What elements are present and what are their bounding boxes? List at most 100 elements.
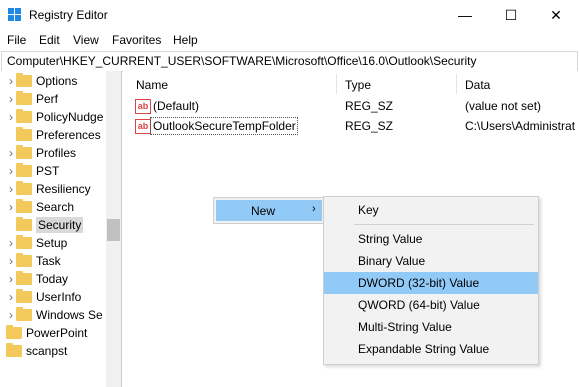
menu-view[interactable]: View: [73, 33, 99, 47]
submenu-item-qword-value[interactable]: QWORD (64-bit) Value: [324, 294, 538, 316]
tree-item-preferences[interactable]: Preferences: [6, 126, 101, 144]
tree-item-resiliency[interactable]: › Resiliency: [6, 180, 91, 198]
chevron-right-icon[interactable]: ›: [6, 72, 16, 90]
column-header-name[interactable]: Name: [136, 71, 168, 98]
chevron-right-icon[interactable]: ›: [6, 180, 16, 198]
tree-item-powerpoint[interactable]: PowerPoint: [0, 324, 87, 342]
minimize-button[interactable]: —: [442, 0, 488, 30]
chevron-right-icon[interactable]: ›: [6, 144, 16, 162]
value-name: OutlookSecureTempFolder: [153, 119, 296, 133]
registry-editor-icon: [8, 8, 22, 22]
folder-icon: [16, 271, 32, 285]
folder-icon: [16, 253, 32, 267]
tree-item-label: Security: [36, 217, 84, 233]
address-bar[interactable]: Computer\HKEY_CURRENT_USER\SOFTWARE\Micr…: [1, 51, 578, 72]
value-row-outlooksecuretempfolder[interactable]: ab OutlookSecureTempFolder REG_SZ C:\Use…: [123, 117, 579, 135]
column-header-data[interactable]: Data: [465, 71, 490, 98]
chevron-right-icon[interactable]: ›: [6, 234, 16, 252]
column-divider[interactable]: [456, 74, 457, 94]
tree-item-label: scanpst: [26, 344, 68, 358]
submenu-item-expandable-string-value[interactable]: Expandable String Value: [324, 338, 538, 360]
folder-icon: [16, 91, 32, 105]
tree-item-label: Perf: [36, 92, 59, 106]
tree-item-userinfo[interactable]: › UserInfo: [6, 288, 81, 306]
menu-bar: File Edit View Favorites Help: [0, 31, 579, 50]
folder-icon: [16, 145, 32, 159]
tree-item-policynudge[interactable]: › PolicyNudge: [6, 108, 103, 126]
folder-icon: [16, 109, 32, 123]
tree-item-task[interactable]: › Task: [6, 252, 61, 270]
tree-item-label: Setup: [36, 236, 68, 250]
chevron-right-icon[interactable]: ›: [6, 270, 16, 288]
new-submenu: Key String Value Binary Value DWORD (32-…: [323, 196, 539, 365]
tree-item-label: Windows Se: [36, 308, 103, 322]
value-type: REG_SZ: [345, 119, 394, 133]
folder-icon: [6, 343, 22, 357]
maximize-button[interactable]: ☐: [488, 0, 534, 30]
submenu-item-string-value[interactable]: String Value: [324, 228, 538, 250]
tree-item-setup[interactable]: › Setup: [6, 234, 67, 252]
tree-item-pst[interactable]: › PST: [6, 162, 59, 180]
tree-item-windows-se[interactable]: › Windows Se: [6, 306, 103, 324]
column-divider[interactable]: [336, 74, 337, 94]
folder-icon: [16, 181, 32, 195]
close-button[interactable]: ✕: [533, 0, 579, 30]
chevron-right-icon[interactable]: ›: [6, 288, 16, 306]
submenu-item-key[interactable]: Key: [324, 199, 538, 221]
context-menu-new-label: New: [251, 204, 276, 218]
value-type: REG_SZ: [345, 99, 394, 113]
chevron-right-icon[interactable]: ›: [6, 252, 16, 270]
folder-icon: [16, 307, 32, 321]
folder-icon: [6, 325, 22, 339]
tree-item-label: Resiliency: [36, 182, 91, 196]
tree-scrollbar-thumb[interactable]: [107, 219, 120, 241]
menu-file[interactable]: File: [7, 33, 26, 47]
tree-item-scanpst[interactable]: scanpst: [0, 342, 67, 360]
tree-scrollbar[interactable]: [106, 71, 121, 387]
value-name: (Default): [153, 99, 200, 113]
minimize-icon: —: [458, 7, 472, 23]
value-data: (value not set): [465, 99, 542, 113]
tree-item-label: PST: [36, 164, 60, 178]
tree-item-label: Preferences: [36, 128, 101, 142]
tree-item-perf[interactable]: › Perf: [6, 90, 58, 108]
tree-item-search[interactable]: › Search: [6, 198, 74, 216]
folder-icon: [16, 127, 32, 141]
tree-item-label: PowerPoint: [26, 326, 88, 340]
folder-icon: [16, 199, 32, 213]
folder-icon: [16, 289, 32, 303]
window-title: Registry Editor: [29, 8, 108, 22]
chevron-right-icon[interactable]: ›: [6, 108, 16, 126]
tree-item-label: Search: [36, 200, 75, 214]
tree-item-options[interactable]: › Options: [6, 72, 77, 90]
tree-item-profiles[interactable]: › Profiles: [6, 144, 76, 162]
value-data: C:\Users\Administrat: [465, 119, 576, 133]
menu-help[interactable]: Help: [173, 33, 198, 47]
tree-item-label: UserInfo: [36, 290, 82, 304]
folder-icon: [16, 73, 32, 87]
chevron-right-icon[interactable]: ›: [6, 306, 16, 324]
tree-item-label: PolicyNudge: [36, 110, 104, 124]
value-row-default[interactable]: ab (Default) REG_SZ (value not set): [123, 97, 579, 115]
menu-edit[interactable]: Edit: [39, 33, 60, 47]
menu-favorites[interactable]: Favorites: [112, 33, 161, 47]
tree-item-label: Today: [36, 272, 69, 286]
folder-icon: [16, 217, 32, 231]
tree-item-today[interactable]: › Today: [6, 270, 68, 288]
key-tree[interactable]: › Options › Perf › PolicyNudge Preferences …: [0, 71, 122, 387]
chevron-right-icon[interactable]: ›: [6, 90, 16, 108]
submenu-item-dword-value[interactable]: DWORD (32-bit) Value: [324, 272, 538, 294]
chevron-right-icon[interactable]: ›: [6, 162, 16, 180]
submenu-separator: [354, 224, 534, 225]
column-header-type[interactable]: Type: [345, 71, 371, 98]
tree-item-label: Task: [36, 254, 61, 268]
submenu-item-multi-string-value[interactable]: Multi-String Value: [324, 316, 538, 338]
tree-item-label: Profiles: [36, 146, 77, 160]
close-icon: ✕: [550, 6, 562, 23]
maximize-icon: ☐: [504, 6, 518, 23]
submenu-item-binary-value[interactable]: Binary Value: [324, 250, 538, 272]
chevron-right-icon[interactable]: ›: [6, 198, 16, 216]
tree-item-security[interactable]: Security: [6, 216, 84, 234]
string-value-icon: ab: [135, 119, 151, 134]
address-path: Computer\HKEY_CURRENT_USER\SOFTWARE\Micr…: [7, 54, 477, 68]
